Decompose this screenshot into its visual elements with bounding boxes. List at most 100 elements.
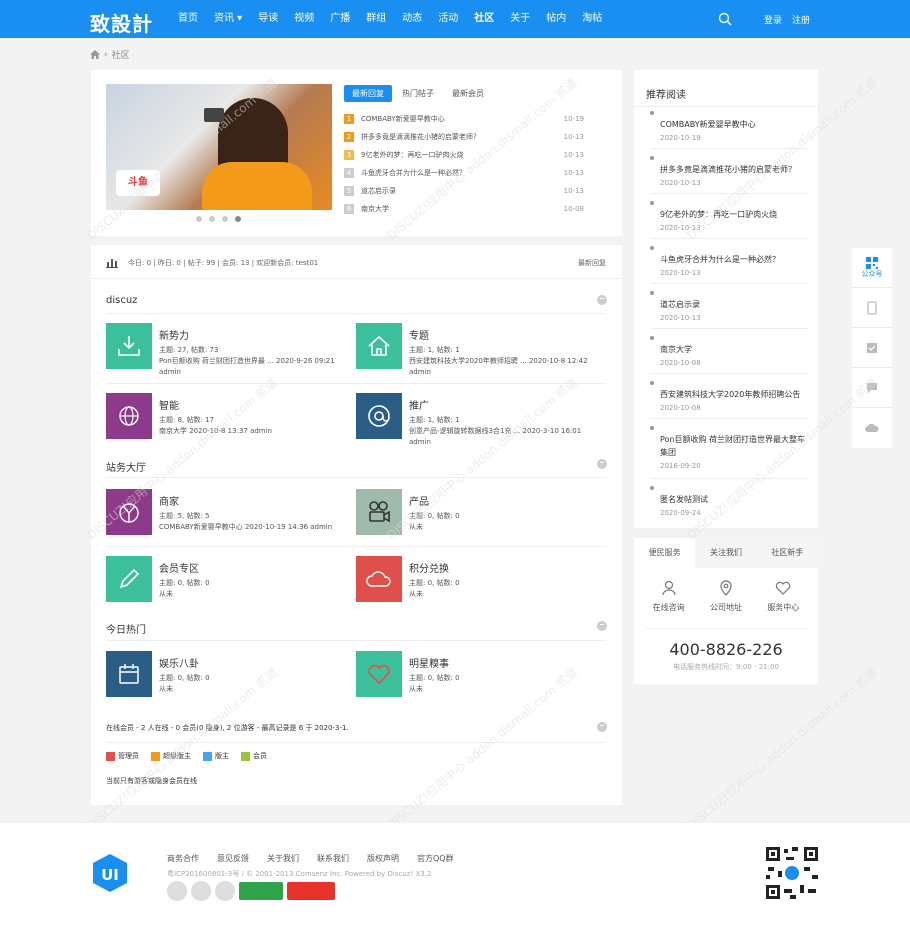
slider-dot[interactable] (222, 216, 228, 222)
post-title[interactable]: 拼多多竟是滴滴推花小猪的启蒙老师？ (361, 132, 562, 142)
latest-reply-link[interactable]: 最新回复 (578, 258, 606, 268)
collapse-icon[interactable] (597, 722, 607, 732)
forum-item[interactable]: 明星糗事 主题: 0, 帖数: 0 从未 (356, 651, 596, 697)
wechat-qr-button[interactable]: 公众号 (852, 248, 892, 288)
forum-last-post[interactable]: Pon巨额收购 荷兰财团打造世界最 ... 2020-9-26 09:21 (159, 356, 335, 367)
tab-convenience[interactable]: 便民服务 (634, 538, 696, 568)
forum-item[interactable]: 会员专区 主题: 0, 帖数: 0 从未 (106, 556, 346, 602)
nav-item-feed[interactable]: 动态 (402, 0, 422, 38)
list-item[interactable]: 6 南京大学 10-08 (344, 200, 584, 218)
footer-link-feedback[interactable]: 意见反馈 (217, 853, 249, 864)
nav-item-about[interactable]: 关于 (510, 0, 530, 38)
list-item[interactable]: 西安建筑科技大学2020年教师招聘公告 2020-10-08 (650, 374, 808, 419)
forum-item[interactable]: 积分兑换 主题: 0, 帖数: 0 从未 (356, 556, 596, 602)
slider-dot-active[interactable] (235, 216, 241, 222)
forum-last-author[interactable]: admin (159, 367, 335, 378)
list-item[interactable]: 斗鱼虎牙合并为什么是一种必然？ 2020-10-13 (650, 239, 808, 284)
footer-link-copyright[interactable]: 版权声明 (367, 853, 399, 864)
forum-name[interactable]: 明星糗事 (409, 655, 460, 670)
list-item[interactable]: 9亿老外的梦：再吃一口驴肉火烧 2020-10-13 (650, 194, 808, 239)
forum-name[interactable]: 推广 (409, 397, 581, 412)
footer-link-qq-group[interactable]: 官方QQ群 (417, 853, 454, 864)
trusted-site-badge-icon[interactable] (287, 882, 335, 900)
collapse-icon[interactable] (597, 295, 607, 305)
slider-dot[interactable] (209, 216, 215, 222)
list-item[interactable]: 南京大学 2020-10-08 (650, 329, 808, 374)
forum-last-author[interactable]: admin (409, 367, 588, 378)
nav-item-group[interactable]: 群组 (366, 0, 386, 38)
forum-item[interactable]: 娱乐八卦 主题: 0, 帖数: 0 从未 (106, 651, 346, 697)
slider-dot[interactable] (196, 216, 202, 222)
post-title[interactable]: 道芯启示录 (361, 186, 562, 196)
footer-link-contact[interactable]: 联系我们 (317, 853, 349, 864)
footer-logo[interactable]: UI (91, 853, 129, 893)
service-online-consult[interactable]: 在线咨询 (640, 580, 697, 613)
post-title[interactable]: 斗鱼虎牙合并为什么是一种必然？ (361, 168, 562, 178)
nav-item-video[interactable]: 视频 (294, 0, 314, 38)
service-center[interactable]: 服务中心 (755, 580, 812, 613)
wechat-icon[interactable] (167, 881, 187, 901)
search-icon[interactable] (718, 12, 732, 26)
list-item[interactable]: 5 道芯启示录 10-13 (344, 182, 584, 200)
tab-latest-reply[interactable]: 最新回复 (344, 85, 392, 102)
checkin-button[interactable] (852, 328, 892, 368)
forum-item[interactable]: 商家 主题: 5, 帖数: 5 COMBABY新爱婴早教中心 2020-10-19 … (106, 489, 346, 535)
article-title[interactable]: Pon巨额收购 荷兰财团打造世界最大整车集团 (660, 433, 808, 459)
article-title[interactable]: 南京大学 (660, 343, 808, 356)
nav-item-guide[interactable]: 导读 (258, 0, 278, 38)
forum-item[interactable]: 专题 主题: 1, 帖数: 1 西安建筑科技大学2020年教师招聘 ... 2020… (356, 323, 596, 378)
forum-item[interactable]: 新势力 主题: 27, 帖数: 73 Pon巨额收购 荷兰财团打造世界最 ... 2… (106, 323, 346, 378)
article-title[interactable]: 匿名发帖测试 (660, 493, 808, 506)
forum-last-post[interactable]: 创意产品-逻辑旋转数据线3合1充 ... 2020-3-10 16:01 (409, 426, 581, 437)
forum-name[interactable]: 产品 (409, 493, 460, 508)
forum-name[interactable]: 娱乐八卦 (159, 655, 210, 670)
article-title[interactable]: COMBABY新爱婴早教中心 (660, 118, 808, 131)
post-title[interactable]: 9亿老外的梦：再吃一口驴肉火烧 (361, 150, 562, 160)
mobile-button[interactable] (852, 288, 892, 328)
register-link[interactable]: 注册 (792, 13, 810, 26)
forum-item[interactable]: 推广 主题: 1, 帖数: 1 创意产品-逻辑旋转数据线3合1充 ... 2020-… (356, 393, 596, 448)
forum-last-post[interactable]: 南京大学 2020-10-8 13:37 admin (159, 426, 272, 437)
nav-item-event[interactable]: 活动 (438, 0, 458, 38)
article-title[interactable]: 西安建筑科技大学2020年教师招聘公告 (660, 388, 808, 401)
forum-last-author[interactable]: admin (409, 437, 581, 448)
tab-hot-posts[interactable]: 热门帖子 (394, 85, 442, 102)
forum-last-post[interactable]: COMBABY新爱婴早教中心 2020-10-19 14:36 admin (159, 522, 332, 533)
article-title[interactable]: 拼多多竟是滴滴推花小猪的启蒙老师？ (660, 163, 808, 176)
home-icon[interactable] (90, 50, 100, 59)
forum-name[interactable]: 商家 (159, 493, 332, 508)
list-item[interactable]: 3 9亿老外的梦：再吃一口驴肉火烧 10-13 (344, 146, 584, 164)
list-item[interactable]: 匿名发帖测试 2020-09-24 (650, 479, 808, 519)
tab-new-members[interactable]: 最新会员 (444, 85, 492, 102)
qq-icon[interactable] (215, 881, 235, 901)
forum-name[interactable]: 专题 (409, 327, 588, 342)
list-item[interactable]: 2 拼多多竟是滴滴推花小猪的启蒙老师？ 10-13 (344, 128, 584, 146)
forum-name[interactable]: 智能 (159, 397, 272, 412)
list-item[interactable]: COMBABY新爱婴早教中心 2020-10-19 (650, 104, 808, 149)
article-title[interactable]: 道芯启示录 (660, 298, 808, 311)
nav-item-community[interactable]: 社区 (474, 0, 494, 38)
list-item[interactable]: 4 斗鱼虎牙合并为什么是一种必然？ 10-13 (344, 164, 584, 182)
service-address[interactable]: 公司地址 (697, 580, 754, 613)
tab-follow[interactable]: 关注我们 (695, 538, 756, 568)
featured-slider[interactable]: 斗鱼 (106, 84, 332, 210)
feedback-button[interactable] (852, 368, 892, 408)
list-item[interactable]: 1 COMBABY新爱婴早教中心 10-19 (344, 110, 584, 128)
tab-newbie[interactable]: 社区新手 (757, 538, 818, 568)
forum-item[interactable]: 产品 主题: 0, 帖数: 0 从未 (356, 489, 596, 535)
nav-item-post[interactable]: 帖内 (546, 0, 566, 38)
post-title[interactable]: COMBABY新爱婴早教中心 (361, 114, 562, 124)
verified-badge-icon[interactable] (239, 882, 283, 900)
list-item[interactable]: Pon巨额收购 荷兰财团打造世界最大整车集团 2016-09-20 (650, 419, 808, 479)
weibo-icon[interactable] (191, 881, 211, 901)
collapse-icon[interactable] (597, 621, 607, 631)
forum-name[interactable]: 会员专区 (159, 560, 210, 575)
post-title[interactable]: 南京大学 (361, 204, 562, 214)
forum-name[interactable]: 新势力 (159, 327, 335, 342)
collapse-icon[interactable] (597, 459, 607, 469)
forum-last-post[interactable]: 西安建筑科技大学2020年教师招聘 ... 2020-10-8 12:42 (409, 356, 588, 367)
login-link[interactable]: 登录 (764, 13, 782, 26)
cloud-button[interactable] (852, 408, 892, 448)
footer-link-about[interactable]: 关于我们 (267, 853, 299, 864)
forum-item[interactable]: 智能 主题: 8, 帖数: 17 南京大学 2020-10-8 13:37 admi… (106, 393, 346, 439)
